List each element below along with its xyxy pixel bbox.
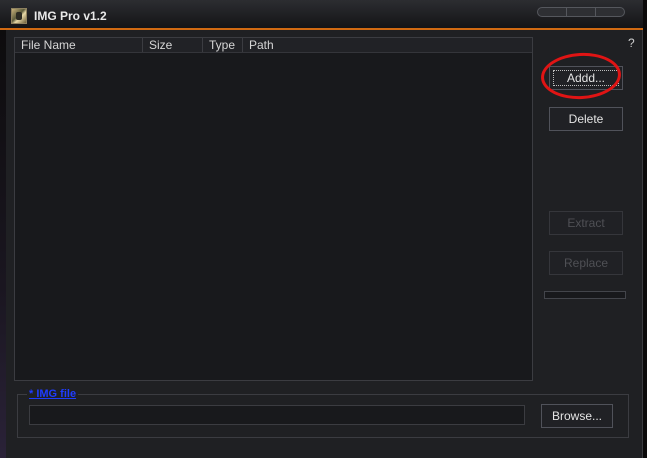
- file-list-header: File Name Size Type Path: [15, 38, 532, 53]
- red-annotation-circle: [539, 50, 623, 102]
- help-icon[interactable]: ?: [628, 36, 635, 50]
- app-icon: [11, 8, 27, 24]
- close-button[interactable]: [596, 8, 624, 16]
- minimize-button[interactable]: [538, 8, 567, 16]
- window-controls: [537, 7, 625, 17]
- img-file-label: * IMG file: [27, 388, 79, 400]
- extract-button[interactable]: Extract: [549, 211, 623, 235]
- replace-button[interactable]: Replace: [549, 251, 623, 275]
- progress-bar: [544, 291, 626, 299]
- title-bar[interactable]: IMG Pro v1.2: [0, 0, 643, 30]
- column-header-type[interactable]: Type: [203, 38, 243, 52]
- browse-button[interactable]: Browse...: [541, 404, 613, 428]
- main-window: IMG Pro v1.2 ? File Name Size Type Path …: [0, 0, 643, 458]
- delete-button[interactable]: Delete: [549, 107, 623, 131]
- window-title: IMG Pro v1.2: [34, 9, 107, 23]
- img-file-path-input[interactable]: [29, 405, 525, 425]
- left-edge: [0, 30, 6, 458]
- file-list[interactable]: File Name Size Type Path: [14, 37, 533, 381]
- maximize-button[interactable]: [567, 8, 596, 16]
- column-header-path[interactable]: Path: [243, 38, 528, 52]
- column-header-size[interactable]: Size: [143, 38, 203, 52]
- column-header-file-name[interactable]: File Name: [15, 38, 143, 52]
